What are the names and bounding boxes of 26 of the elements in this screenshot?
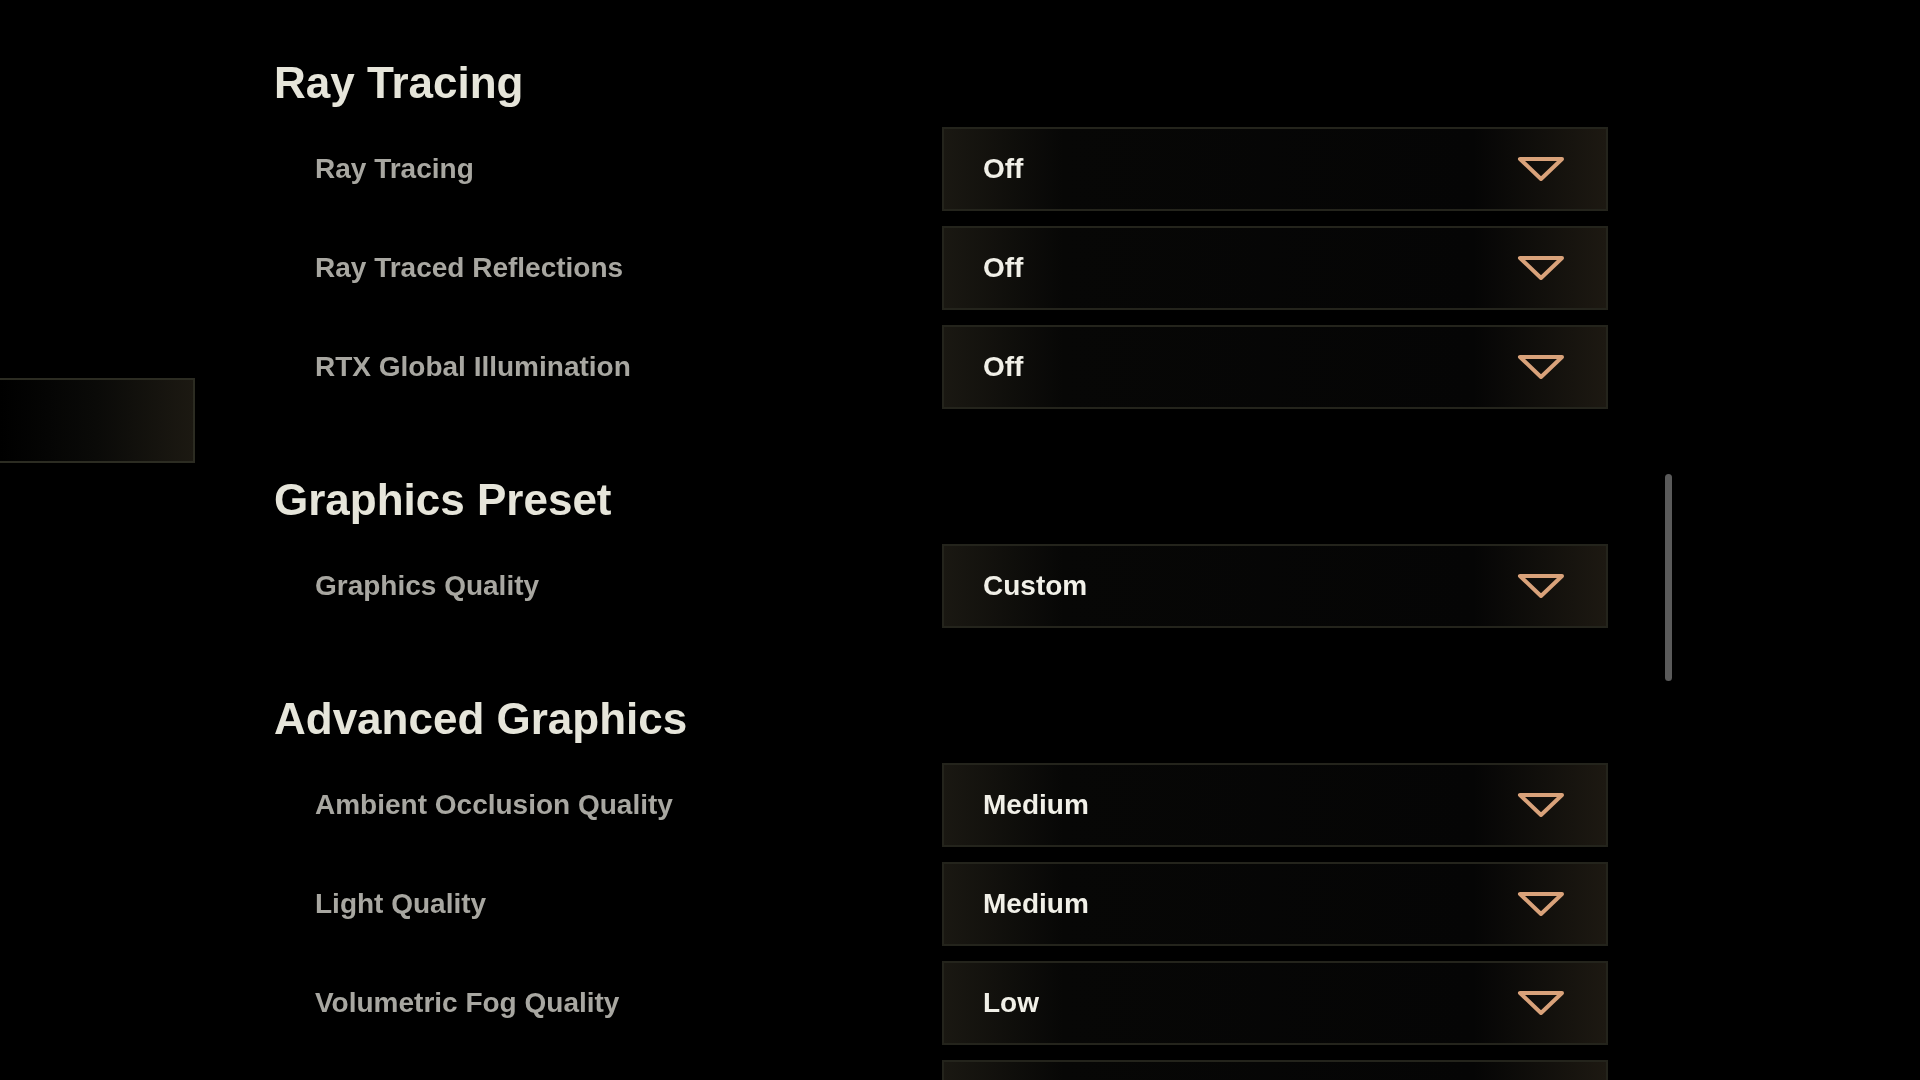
dropdown[interactable]: Medium [942,763,1608,847]
dropdown[interactable]: Off [942,127,1608,211]
setting-label: Ambient Occlusion Quality [315,788,674,822]
dropdown-arrow-icon [1517,157,1565,181]
dropdown[interactable]: Off [942,226,1608,310]
section-heading: Advanced Graphics [274,694,689,744]
sidebar-tab[interactable] [0,378,195,463]
setting-label: RTX Global Illumination [315,350,632,384]
setting-label: Ray Tracing [315,152,475,186]
dropdown[interactable]: Low [942,961,1608,1045]
dropdown[interactable]: Off [942,325,1608,409]
section-heading: Ray Tracing [274,58,525,108]
dropdown[interactable]: Custom [942,544,1608,628]
dropdown-arrow-icon [1517,892,1565,916]
setting-label: Light Quality [315,887,488,921]
dropdown-arrow-icon [1517,574,1565,598]
dropdown[interactable]: Medium [942,862,1608,946]
scrollbar-thumb[interactable] [1665,474,1672,681]
setting-label: Graphics Quality [315,569,541,603]
dropdown-arrow-icon [1517,793,1565,817]
dropdown-arrow-icon [1517,256,1565,280]
dropdown-arrow-icon [1517,355,1565,379]
section-heading: Graphics Preset [274,475,613,525]
dropdown-arrow-icon [1517,991,1565,1015]
setting-label: Ray Traced Reflections [315,251,625,285]
setting-label: Volumetric Fog Quality [315,986,621,1020]
